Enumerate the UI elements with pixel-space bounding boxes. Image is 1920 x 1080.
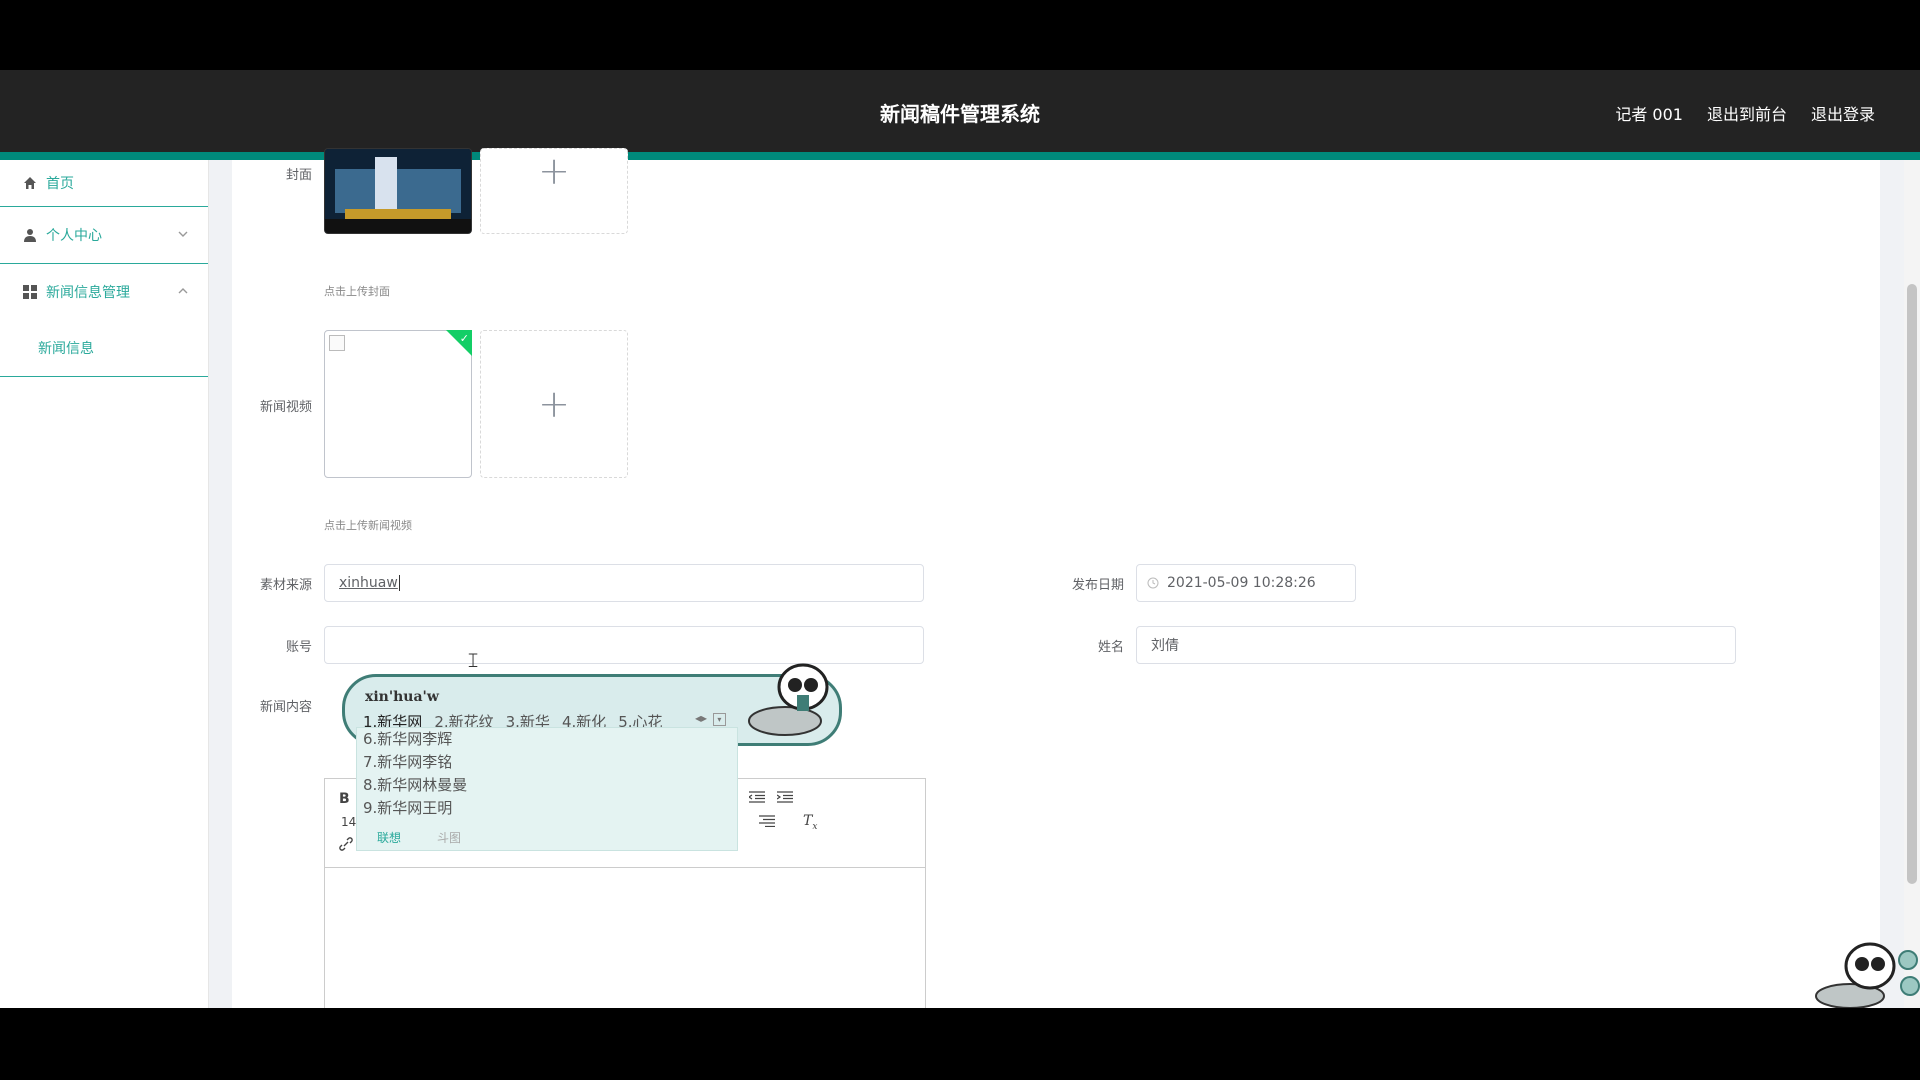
- check-icon: ✓: [459, 332, 469, 345]
- ime-mascot-icon: [748, 663, 829, 736]
- chevron-down-icon: [178, 227, 188, 241]
- cover-image-thumbnail[interactable]: [324, 148, 472, 234]
- date-value: 2021-05-09 10:28:26: [1167, 575, 1316, 591]
- cover-upload-button[interactable]: +: [480, 148, 628, 234]
- account-input[interactable]: [324, 626, 924, 664]
- sidebar-item-label: 个人中心: [46, 228, 102, 244]
- font-size-select[interactable]: 14: [341, 815, 356, 829]
- sidebar-item-home[interactable]: 首页: [0, 160, 208, 207]
- ime-candidate-9[interactable]: 9.新华网王明: [357, 797, 737, 820]
- ime-tabs: 联想 斗图: [377, 829, 461, 846]
- plus-icon: +: [538, 149, 570, 193]
- account-label: 账号: [285, 640, 312, 655]
- cover-label: 封面: [285, 168, 312, 183]
- logout-link[interactable]: 退出登录: [1811, 101, 1875, 125]
- floating-mascot-icon[interactable]: [1810, 940, 1920, 1008]
- content-label: 新闻内容: [259, 700, 312, 715]
- scrollbar-thumb[interactable]: [1907, 284, 1917, 884]
- ime-tab-sticker[interactable]: 斗图: [437, 829, 461, 846]
- home-icon: [22, 175, 38, 191]
- date-picker-input[interactable]: 2021-05-09 10:28:26: [1136, 564, 1356, 602]
- ime-next-page-icon[interactable]: ▸: [701, 711, 707, 725]
- ime-candidate-6[interactable]: 6.新华网李辉: [357, 728, 737, 751]
- link-icon[interactable]: [339, 837, 353, 855]
- video-hint: 点击上传新闻视频: [324, 519, 412, 532]
- source-input-value: xinhuaw: [339, 575, 398, 591]
- ime-tab-assoc[interactable]: 联想: [377, 829, 401, 846]
- user-icon: [22, 227, 38, 243]
- ime-expanded-candidates: 6.新华网李辉 7.新华网李铭 8.新华网林曼曼 9.新华网王明 联想 斗图: [356, 727, 738, 851]
- ime-expand-icon[interactable]: ▾: [712, 713, 726, 726]
- ime-page-nav: ◂▸ ▾: [695, 711, 726, 726]
- indent-icon[interactable]: [776, 791, 793, 807]
- sidebar-item-news-management[interactable]: 新闻信息管理: [0, 264, 208, 320]
- outdent-icon[interactable]: [747, 791, 765, 807]
- source-label: 素材来源: [259, 578, 312, 593]
- source-input[interactable]: xinhuaw: [324, 564, 924, 602]
- name-value: 刘倩: [1151, 638, 1179, 654]
- top-header: 新闻稿件管理系统 记者 001 退出到前台 退出登录: [0, 70, 1920, 152]
- cover-hint: 点击上传封面: [324, 285, 390, 298]
- bold-button[interactable]: B: [339, 791, 350, 807]
- align-right-icon[interactable]: [759, 815, 775, 831]
- sidebar-item-label: 新闻信息管理: [46, 285, 130, 301]
- video-label: 新闻视频: [259, 400, 312, 415]
- broken-image-icon: [329, 335, 345, 351]
- grid-icon: [22, 284, 38, 300]
- user-name[interactable]: 记者 001: [1615, 101, 1683, 125]
- sidebar-subitem-news-info[interactable]: 新闻信息: [0, 320, 208, 377]
- clear-format-icon[interactable]: Tx: [803, 813, 817, 832]
- sidebar: 首页 个人中心 新闻信息管理 新闻信息: [0, 160, 209, 1008]
- video-thumbnail[interactable]: ✓: [324, 330, 472, 478]
- plus-icon: +: [538, 382, 570, 426]
- app-viewport: 新闻稿件管理系统 记者 001 退出到前台 退出登录 首页 个人中心 新闻信息管…: [0, 70, 1920, 1008]
- name-input[interactable]: 刘倩: [1136, 626, 1736, 664]
- text-cursor-icon: 𝙸: [466, 648, 481, 672]
- date-label: 发布日期: [1071, 578, 1124, 593]
- name-label: 姓名: [1097, 640, 1124, 655]
- header-actions: 记者 001 退出到前台 退出登录: [1615, 101, 1875, 125]
- sidebar-item-profile[interactable]: 个人中心: [0, 207, 208, 264]
- ime-candidate-7[interactable]: 7.新华网李铭: [357, 751, 737, 774]
- page-scrollbar[interactable]: [1904, 160, 1920, 1008]
- text-caret: [398, 575, 400, 591]
- clock-icon: [1147, 577, 1159, 589]
- exit-to-frontend-link[interactable]: 退出到前台: [1707, 101, 1787, 125]
- ime-pinyin-composition: xin'hua'w: [365, 689, 439, 705]
- video-upload-button[interactable]: +: [480, 330, 628, 478]
- header-accent-bar: [0, 152, 1920, 160]
- sidebar-item-label: 首页: [46, 176, 74, 192]
- ime-candidate-8[interactable]: 8.新华网林曼曼: [357, 774, 737, 797]
- chevron-up-icon: [178, 284, 188, 298]
